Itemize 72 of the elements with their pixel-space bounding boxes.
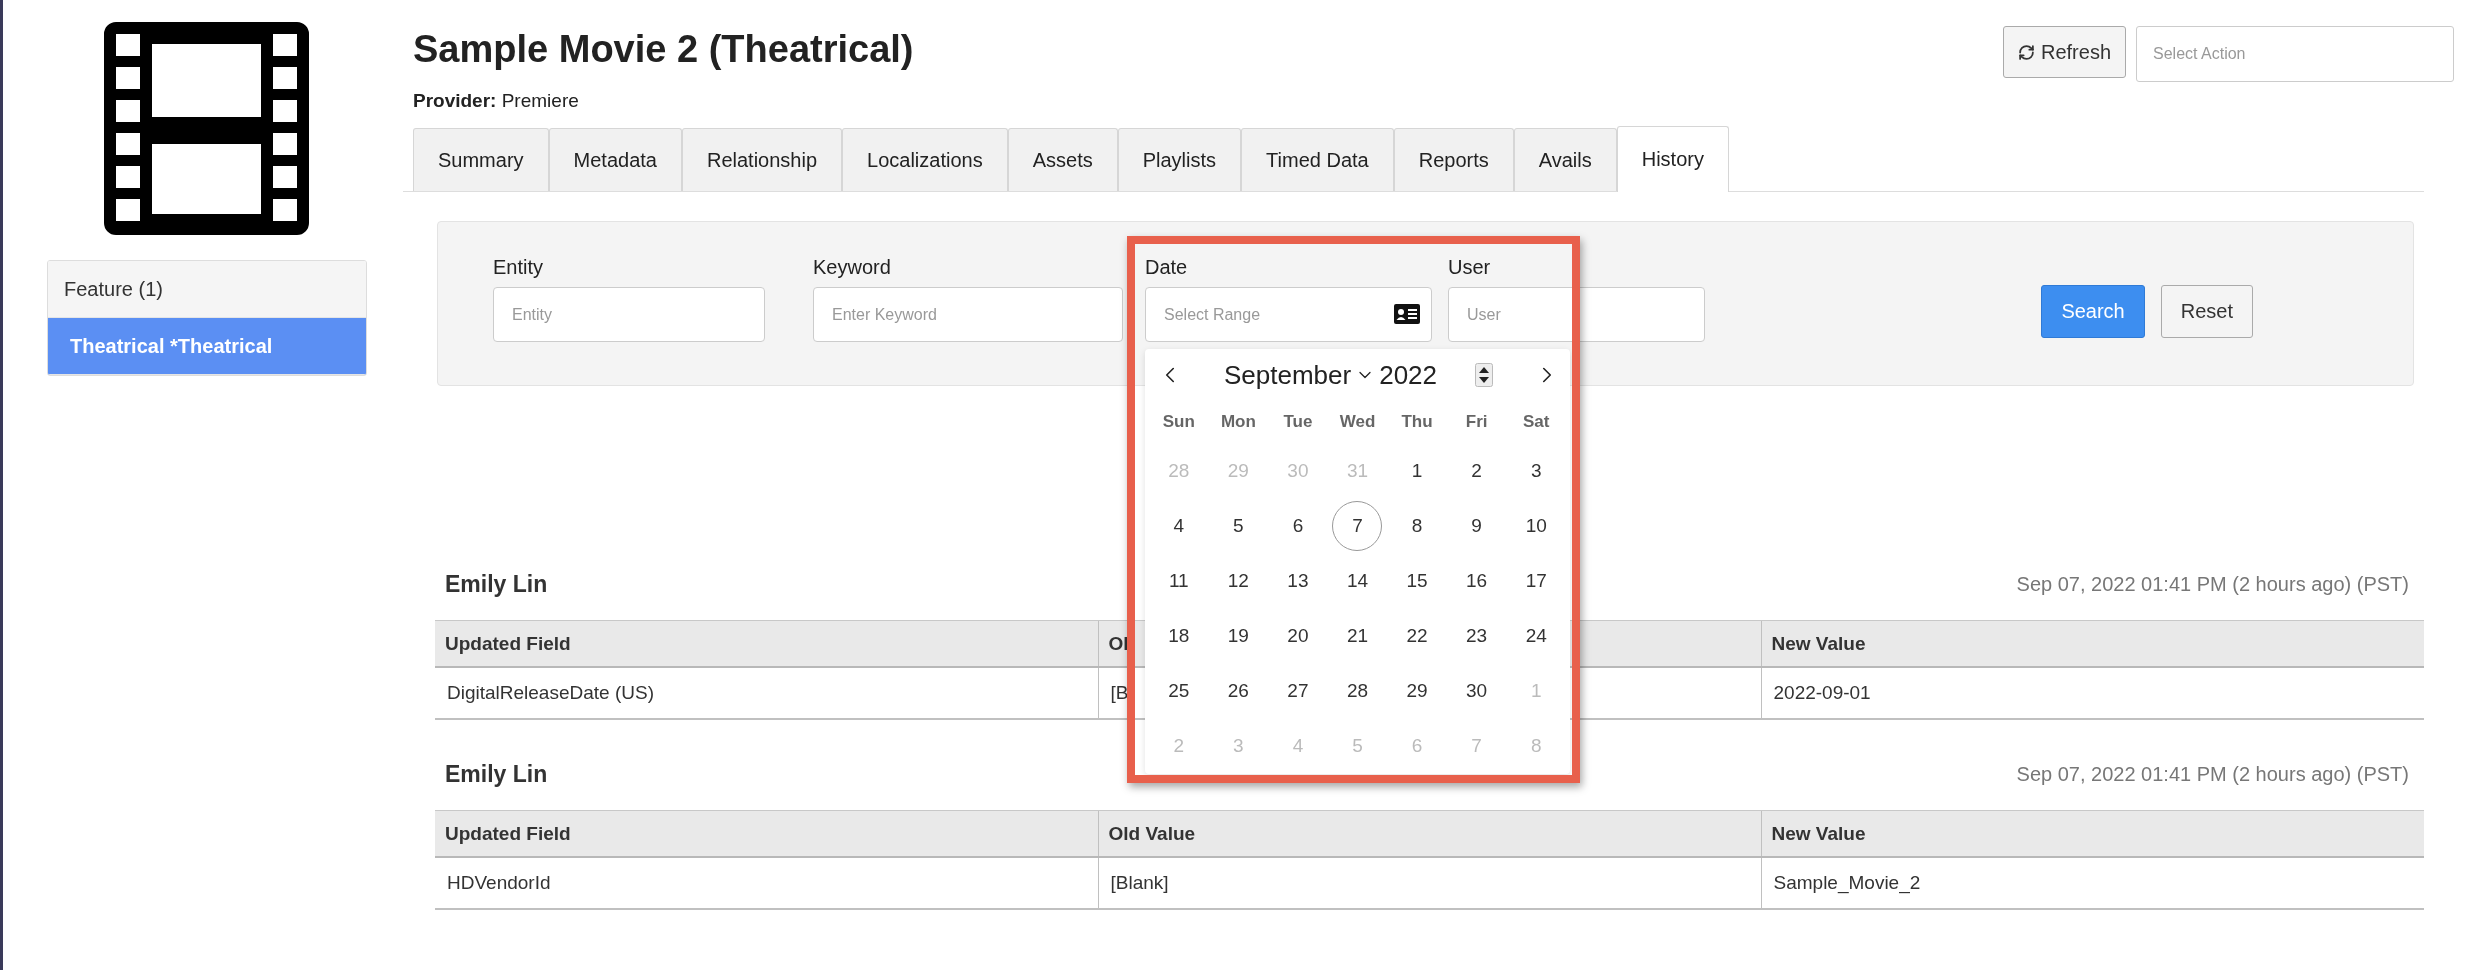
tab[interactable]: Summary [413, 128, 549, 191]
weekday-label: Mon [1219, 411, 1257, 433]
user-name: Emily Lin [445, 760, 548, 788]
weekday-label: Fri [1464, 411, 1489, 433]
calendar-day[interactable]: 28 [1332, 665, 1383, 716]
year-stepper-icon[interactable] [1475, 363, 1493, 387]
year-label: 2022 [1379, 359, 1437, 391]
reset-button[interactable]: Reset [2160, 285, 2253, 338]
user-name: Emily Lin [445, 570, 548, 598]
table-cell: [Blank] [1098, 857, 1761, 909]
table-cell: DigitalReleaseDate (US) [435, 667, 1098, 719]
column-header: Updated Field [435, 810, 1098, 857]
calendar-day[interactable]: 8 [1392, 500, 1443, 551]
sidebar-item[interactable]: Feature (1) [48, 261, 366, 318]
weekday-label: Sat [1521, 411, 1551, 433]
field-label: Date [1145, 256, 1189, 279]
column-header: New Value [1761, 810, 2424, 857]
calendar-day[interactable]: 11 [1153, 555, 1204, 606]
timestamp: Sep 07, 2022 01:41 PM (2 hours ago) (PST) [2016, 572, 2409, 596]
field-label: Keyword [813, 256, 892, 279]
calendar-day[interactable]: 3 [1511, 445, 1562, 496]
tab[interactable]: Reports [1393, 128, 1514, 191]
table-cell: 2022-09-01 [1761, 667, 2424, 719]
weekday-label: Sun [1161, 411, 1196, 433]
provider-text: Provider: Premiere [413, 90, 580, 112]
tab[interactable]: Assets [1007, 128, 1118, 191]
film-icon [103, 22, 309, 235]
input-field[interactable]: Entity [493, 287, 765, 342]
calendar-day[interactable]: 12 [1213, 555, 1264, 606]
timestamp: Sep 07, 2022 01:41 PM (2 hours ago) (PST) [2016, 762, 2409, 786]
calendar-day[interactable]: 25 [1153, 665, 1204, 716]
weekday-label: Tue [1282, 411, 1314, 433]
calendar-day[interactable]: 26 [1213, 665, 1264, 716]
date-range-field[interactable]: Select Range [1145, 287, 1432, 342]
tab[interactable]: Timed Data [1241, 128, 1394, 191]
input-field[interactable]: Enter Keyword [813, 287, 1123, 342]
tab[interactable]: History [1616, 126, 1729, 192]
table-cell: Sample_Movie_2 [1761, 857, 2424, 909]
field-label: User [1448, 256, 1492, 279]
tab[interactable]: Relationship [681, 128, 843, 191]
calendar-day[interactable]: 27 [1272, 665, 1323, 716]
calendar-day[interactable]: 13 [1272, 555, 1323, 606]
calendar-day[interactable]: 17 [1511, 555, 1562, 606]
month-label[interactable]: September [1224, 359, 1352, 391]
calendar-day[interactable]: 4 [1153, 500, 1204, 551]
tab[interactable]: Avails [1513, 128, 1617, 191]
id-card-icon [1394, 304, 1420, 324]
weekday-label: Wed [1338, 411, 1377, 433]
refresh-button[interactable]: Refresh [2002, 26, 2126, 78]
calendar-day[interactable]: 9 [1451, 500, 1502, 551]
refresh-icon [2017, 43, 2035, 61]
column-header: Updated Field [435, 620, 1098, 667]
weekday-label: Thu [1400, 411, 1434, 433]
page-title: Sample Movie 2 (Theatrical) [413, 27, 914, 72]
calendar-day[interactable]: 29 [1392, 665, 1443, 716]
calendar-day[interactable]: 30 [1451, 665, 1502, 716]
calendar-day[interactable]: 15 [1392, 555, 1443, 606]
calendar-day[interactable]: 1 [1392, 445, 1443, 496]
table-cell: HDVendorId [435, 857, 1098, 909]
tab[interactable]: Playlists [1117, 128, 1242, 191]
tab[interactable]: Metadata [548, 128, 682, 191]
calendar-day[interactable]: 2 [1451, 445, 1502, 496]
calendar-day[interactable]: 16 [1451, 555, 1502, 606]
calendar-day[interactable]: 14 [1332, 555, 1383, 606]
column-header: Old Value [1098, 810, 1761, 857]
tab[interactable]: Localizations [842, 128, 1008, 191]
calendar-day[interactable]: 6 [1272, 500, 1323, 551]
field-label: Entity [493, 256, 545, 279]
input-field[interactable]: User [1448, 287, 1705, 342]
calendar-day[interactable]: 10 [1511, 500, 1562, 551]
column-header: New Value [1761, 620, 2424, 667]
calendar-day[interactable]: 5 [1213, 500, 1264, 551]
